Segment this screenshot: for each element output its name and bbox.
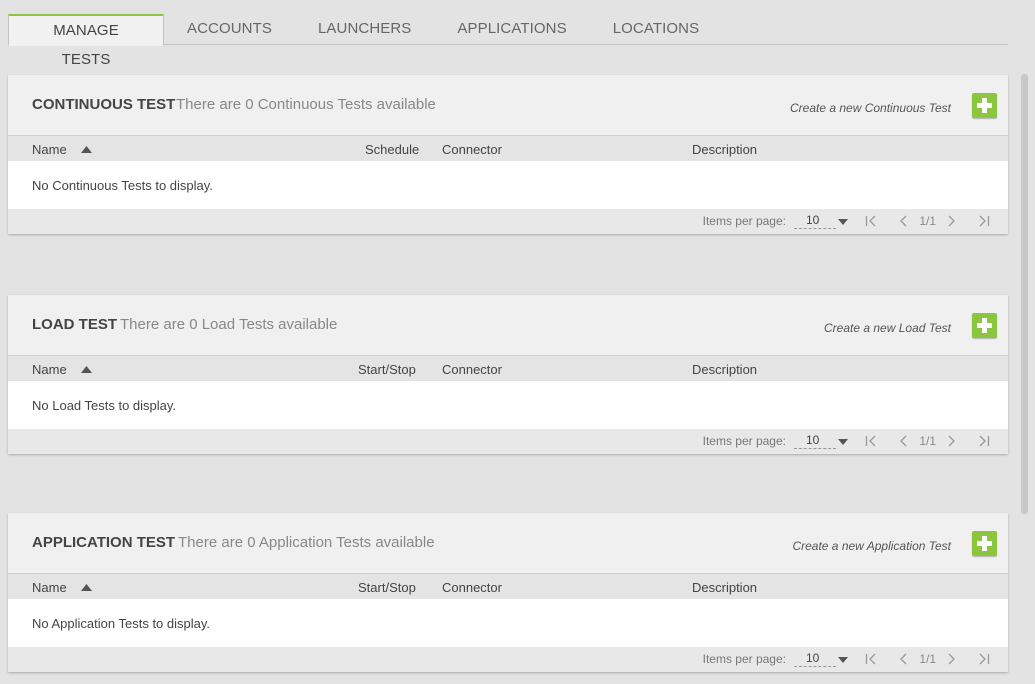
column-name[interactable]: Name (32, 580, 67, 595)
column-name[interactable]: Name (32, 142, 67, 157)
items-per-page-label: Items per page: (702, 214, 786, 228)
column-start-stop: Start/Stop (358, 362, 416, 377)
previous-page-icon[interactable] (899, 435, 907, 447)
panel-subtitle: There are 0 Application Tests available (178, 534, 435, 551)
plus-icon (977, 536, 992, 551)
tab-accounts[interactable]: ACCOUNTS (187, 14, 272, 45)
column-description: Description (692, 362, 758, 377)
last-page-icon[interactable] (978, 653, 990, 665)
column-connector: Connector (442, 580, 502, 595)
empty-row: No Application Tests to display. (8, 599, 1008, 647)
column-description: Description (692, 142, 758, 157)
sort-ascending-icon[interactable] (81, 366, 92, 373)
page-indicator: 1/1 (919, 652, 936, 666)
caret-down-icon[interactable] (838, 439, 848, 445)
tab-applications[interactable]: APPLICATIONS (457, 14, 566, 45)
sort-ascending-icon[interactable] (81, 584, 92, 591)
column-start-stop: Start/Stop (358, 580, 416, 595)
next-page-icon[interactable] (948, 653, 956, 665)
panel-header: CONTINUOUS TEST There are 0 Continuous T… (8, 75, 1008, 136)
caret-down-icon[interactable] (838, 219, 848, 225)
last-page-icon[interactable] (978, 215, 990, 227)
last-page-icon[interactable] (978, 435, 990, 447)
items-per-page-select[interactable]: 10 (794, 213, 836, 229)
items-per-page-select[interactable]: 10 (794, 651, 836, 667)
add-continuous-test-button[interactable] (972, 93, 997, 118)
application-test-panel: APPLICATION TEST There are 0 Application… (8, 513, 1008, 672)
first-page-icon[interactable] (865, 215, 877, 227)
table-header: Name Start/Stop Connector Description (8, 356, 1008, 381)
next-page-icon[interactable] (948, 435, 956, 447)
column-connector: Connector (442, 362, 502, 377)
caret-down-icon[interactable] (838, 657, 848, 663)
column-description: Description (692, 580, 758, 595)
continuous-test-panel: CONTINUOUS TEST There are 0 Continuous T… (8, 75, 1008, 234)
empty-message: No Load Tests to display. (32, 398, 177, 413)
next-page-icon[interactable] (948, 215, 956, 227)
page-indicator: 1/1 (919, 214, 936, 228)
column-name[interactable]: Name (32, 362, 67, 377)
plus-icon (977, 98, 992, 113)
table-header: Name Start/Stop Connector Description (8, 574, 1008, 599)
tab-locations[interactable]: LOCATIONS (613, 14, 699, 45)
vertical-scrollbar[interactable] (1021, 74, 1028, 514)
add-application-test-button[interactable] (972, 531, 997, 556)
panel-header: APPLICATION TEST There are 0 Application… (8, 513, 1008, 574)
panel-title: APPLICATION TEST (32, 534, 176, 551)
pagination-bar: Items per page: 10 1/1 (8, 647, 1008, 672)
panel-header: LOAD TEST There are 0 Load Tests availab… (8, 295, 1008, 356)
tab-launchers[interactable]: LAUNCHERS (318, 14, 411, 45)
first-page-icon[interactable] (865, 435, 877, 447)
main-tabs: MANAGE TESTS ACCOUNTS LAUNCHERS APPLICAT… (8, 14, 1008, 68)
first-page-icon[interactable] (865, 653, 877, 665)
items-per-page-select[interactable]: 10 (794, 433, 836, 449)
panel-title: LOAD TEST (32, 316, 117, 333)
previous-page-icon[interactable] (899, 653, 907, 665)
pagination-bar: Items per page: 10 1/1 (8, 429, 1008, 454)
table-header: Name Schedule Connector Description (8, 136, 1008, 161)
column-schedule: Schedule (365, 142, 420, 157)
create-application-test-link[interactable]: Create a new Application Test (792, 539, 951, 553)
items-per-page-label: Items per page: (702, 434, 786, 448)
create-load-test-link[interactable]: Create a new Load Test (824, 321, 951, 335)
add-load-test-button[interactable] (972, 313, 997, 338)
items-per-page-label: Items per page: (702, 652, 786, 666)
column-connector: Connector (442, 142, 502, 157)
plus-icon (977, 318, 992, 333)
panel-subtitle: There are 0 Continuous Tests available (176, 96, 436, 113)
page-indicator: 1/1 (919, 434, 936, 448)
empty-row: No Continuous Tests to display. (8, 161, 1008, 209)
sort-ascending-icon[interactable] (81, 146, 92, 153)
panel-subtitle: There are 0 Load Tests available (120, 316, 338, 333)
previous-page-icon[interactable] (899, 215, 907, 227)
create-continuous-test-link[interactable]: Create a new Continuous Test (790, 101, 951, 115)
pagination-bar: Items per page: 10 1/1 (8, 209, 1008, 234)
empty-message: No Continuous Tests to display. (32, 178, 213, 193)
empty-row: No Load Tests to display. (8, 381, 1008, 429)
panel-title: CONTINUOUS TEST (32, 96, 176, 113)
load-test-panel: LOAD TEST There are 0 Load Tests availab… (8, 295, 1008, 454)
tab-manage-tests[interactable]: MANAGE TESTS (8, 14, 164, 68)
empty-message: No Application Tests to display. (32, 616, 211, 631)
